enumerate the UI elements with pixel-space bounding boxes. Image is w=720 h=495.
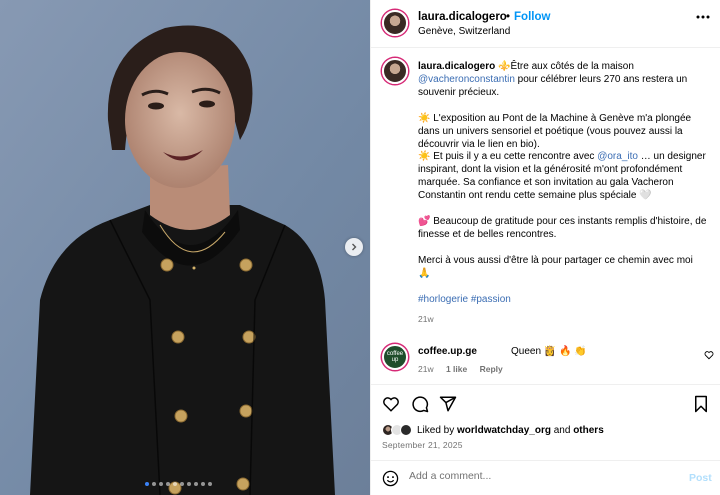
carousel-dot	[208, 482, 212, 486]
liked-by-middle: and	[550, 424, 574, 436]
post-media[interactable]	[0, 0, 370, 495]
carousel-dot	[201, 482, 205, 486]
caption-paragraph-2: ☀️ L'exposition au Pont de la Machine à …	[418, 112, 692, 150]
caption-line1: ⚜️Être aux côtés de la maison	[495, 61, 634, 72]
bookmark-icon[interactable]	[693, 395, 709, 413]
liked-by-user[interactable]: worldwatchday_org	[457, 425, 551, 436]
comment-reply-button[interactable]: Reply	[480, 364, 503, 374]
caption-hashtags[interactable]: #horlogerie #passion	[418, 294, 708, 307]
carousel-indicator	[145, 482, 212, 486]
carousel-next-button[interactable]	[345, 238, 363, 256]
carousel-dot	[194, 482, 198, 486]
liked-by-others[interactable]: others	[573, 425, 604, 436]
carousel-dot	[173, 482, 177, 486]
post-date[interactable]: September 21, 2025	[382, 440, 463, 450]
author-username[interactable]: laura.dicalogero	[418, 11, 507, 23]
caption-paragraph-5: Merci à vous aussi d'être là pour partag…	[418, 254, 693, 279]
post-caption: laura.dicalogero ⚜️Être aux côtés de la …	[418, 61, 708, 327]
post-header: laura.dicalogero • Follow Genève, Switzer…	[371, 0, 720, 48]
caption-time[interactable]: 21w	[418, 314, 434, 324]
carousel-dot	[187, 482, 191, 486]
comment-icon[interactable]	[411, 395, 429, 413]
liked-by-prefix: Liked by	[417, 424, 458, 436]
post-photo	[0, 0, 370, 495]
carousel-dot	[166, 482, 170, 486]
carousel-dot	[152, 482, 156, 486]
comment-heart-icon[interactable]	[704, 350, 714, 360]
carousel-dot	[180, 482, 184, 486]
caption-username[interactable]: laura.dicalogero	[418, 61, 495, 72]
more-horizontal-icon[interactable]	[696, 15, 710, 19]
caption-paragraph-4: 💕 Beaucoup de gratitude pour ces instant…	[418, 216, 707, 240]
caption-author-avatar[interactable]	[382, 58, 408, 84]
comment-time[interactable]: 21w	[418, 364, 434, 374]
instagram-post-modal: laura.dicalogero • Follow Genève, Switzer…	[0, 0, 720, 495]
post-comment-button[interactable]: Post	[689, 472, 712, 484]
follow-label: Follow	[514, 11, 551, 23]
follow-button[interactable]: • Follow	[506, 11, 550, 23]
comment-likes[interactable]: 1 like	[446, 364, 467, 374]
chevron-right-icon	[352, 243, 357, 251]
liker-avatar	[400, 424, 412, 436]
commenter-avatar[interactable]: coffee up	[382, 344, 408, 370]
carousel-dot	[159, 482, 163, 486]
emoji-icon[interactable]	[382, 470, 399, 487]
carousel-dot	[145, 482, 149, 486]
post-actions	[371, 384, 720, 424]
mention-ora-ito[interactable]: @ora_ito	[597, 151, 638, 162]
caption-paragraph-3a: ☀️ Et puis il y a eu cette rencontre ave…	[418, 151, 598, 163]
share-icon[interactable]	[439, 395, 457, 413]
author-avatar[interactable]	[382, 10, 408, 36]
post-side-panel: laura.dicalogero • Follow Genève, Switzer…	[370, 0, 720, 495]
commenter-username[interactable]: coffee.up.ge	[418, 346, 477, 357]
commenter-avatar-text: coffee up	[386, 351, 404, 363]
add-comment-bar: Post	[371, 460, 720, 495]
heart-icon[interactable]	[382, 395, 400, 413]
comment-text: Queen 👸 🔥 👏	[511, 346, 587, 357]
mention-vacheronconstantin[interactable]: @vacheronconstantin	[418, 74, 515, 85]
add-comment-input[interactable]	[409, 470, 669, 482]
liked-by: Liked by worldwatchday_org and others	[382, 424, 604, 436]
post-location[interactable]: Genève, Switzerland	[418, 26, 510, 37]
header-separator: •	[506, 11, 511, 23]
comment-meta: 21w 1 like Reply	[418, 364, 513, 374]
